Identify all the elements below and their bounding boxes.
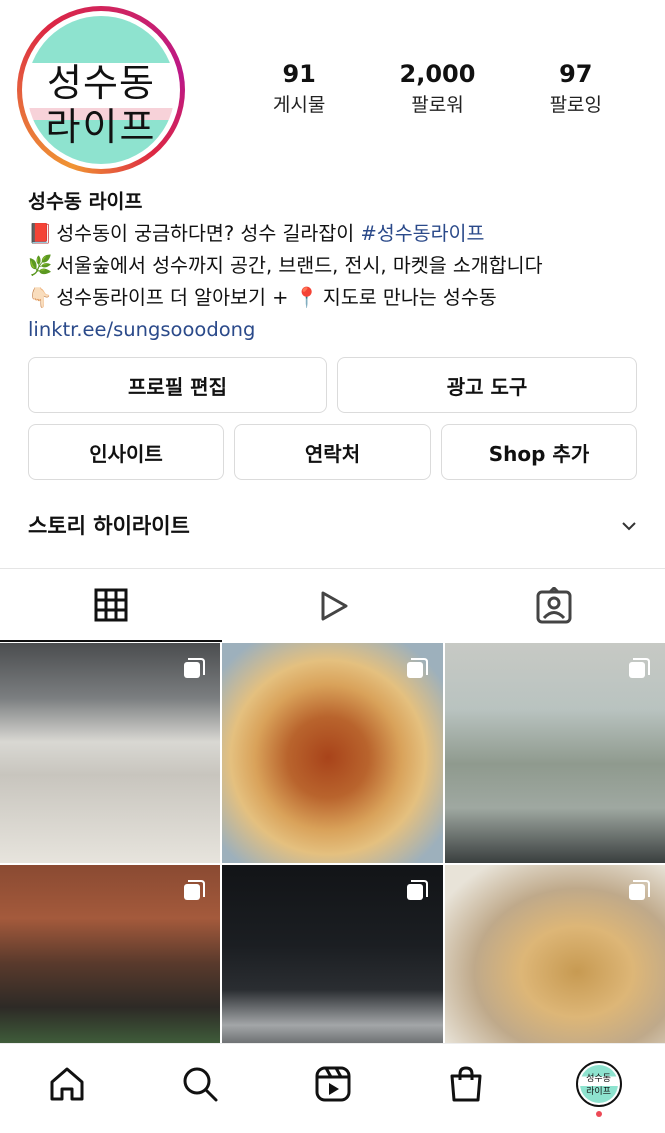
stat-following[interactable]: 97 팔로잉	[511, 60, 641, 117]
nav-search[interactable]	[170, 1064, 230, 1104]
profile-name: 성수동 라이프	[28, 190, 143, 213]
home-icon	[50, 1067, 83, 1100]
tagged-icon	[536, 586, 572, 623]
stat-value: 2,000	[399, 60, 476, 88]
stat-posts[interactable]: 91 게시물	[234, 60, 364, 117]
bio-text: 성수동라이프 더 알아보기 +	[56, 286, 295, 309]
avatar-logo-line2: 라이프	[45, 105, 157, 149]
tab-tagged[interactable]	[443, 569, 665, 642]
stat-label: 게시물	[272, 94, 326, 116]
post-thumbnail[interactable]	[445, 643, 665, 863]
bottom-navigation: 성수동 라이프	[0, 1043, 665, 1133]
stat-label: 팔로워	[411, 94, 464, 116]
contact-button[interactable]: 연락처	[234, 424, 431, 480]
nav-reels[interactable]	[303, 1064, 363, 1104]
bio-text: 성수동이 궁금하다면? 성수 길라잡이	[56, 222, 361, 245]
tab-reels[interactable]	[222, 569, 444, 642]
post-thumbnail[interactable]	[222, 865, 443, 1043]
pin-icon: 📍	[294, 286, 319, 309]
bio-text: 지도로 만나는 성수동	[316, 286, 497, 309]
pointing-hand-icon: 👇🏻	[28, 286, 53, 309]
mini-avatar-line2: 라이프	[586, 1086, 611, 1097]
stat-followers[interactable]: 2,000 팔로워	[372, 60, 502, 117]
bio-line-2: 🌿 서울숲에서 성수까지 공간, 브랜드, 전시, 마켓을 소개합니다	[28, 250, 645, 282]
shopping-bag-icon	[450, 1065, 481, 1101]
leaf-icon: 🌿	[28, 254, 53, 277]
stat-value: 91	[282, 60, 316, 88]
tab-grid[interactable]	[0, 569, 222, 642]
multiple-posts-icon	[629, 658, 650, 678]
mini-avatar-image: 성수동 라이프	[579, 1064, 618, 1103]
nav-profile[interactable]: 성수동 라이프	[569, 1060, 629, 1117]
profile-mini-avatar: 성수동 라이프	[575, 1060, 622, 1107]
profile-tabs	[0, 568, 665, 642]
ad-tools-button[interactable]: 광고 도구	[337, 357, 637, 413]
profile-avatar[interactable]: 성수동 라이프	[17, 6, 185, 174]
post-grid	[0, 643, 665, 1043]
bio-hashtag[interactable]: #성수동라이프	[360, 222, 484, 245]
mini-avatar-line1: 성수동	[586, 1073, 611, 1084]
story-highlights-title: 스토리 하이라이트	[28, 514, 190, 538]
bio-line-1: 📕 성수동이 궁금하다면? 성수 길라잡이 #성수동라이프	[28, 218, 645, 250]
edit-profile-button[interactable]: 프로필 편집	[28, 357, 327, 413]
search-icon	[183, 1067, 217, 1101]
multiple-posts-icon	[629, 880, 650, 900]
profile-stats: 91 게시물 2,000 팔로워 97 팔로잉	[230, 60, 645, 117]
bio-text: 서울숲에서 성수까지 공간, 브랜드, 전시, 마켓을 소개합니다	[56, 254, 543, 277]
multiple-posts-icon	[184, 880, 205, 900]
post-thumbnail[interactable]	[222, 643, 443, 863]
multiple-posts-icon	[407, 880, 428, 900]
nav-home[interactable]	[37, 1064, 97, 1104]
stat-label: 팔로잉	[549, 94, 603, 116]
bio-line-3: 👇🏻 성수동라이프 더 알아보기 + 📍 지도로 만나는 성수동	[28, 282, 645, 314]
bio-link[interactable]: linktr.ee/sungsooodong	[28, 314, 645, 346]
story-highlights-header[interactable]: 스토리 하이라이트	[28, 510, 637, 540]
multiple-posts-icon	[184, 658, 205, 678]
add-shop-button[interactable]: Shop 추가	[441, 424, 637, 480]
book-icon: 📕	[28, 222, 53, 245]
multiple-posts-icon	[407, 658, 428, 678]
post-thumbnail[interactable]	[445, 865, 665, 1043]
avatar-image: 성수동 라이프	[27, 16, 175, 164]
profile-bio: 성수동 라이프 📕 성수동이 궁금하다면? 성수 길라잡이 #성수동라이프 🌿 …	[28, 186, 645, 346]
reels-icon	[321, 591, 347, 620]
avatar-border: 성수동 라이프	[22, 11, 180, 169]
post-thumbnail[interactable]	[0, 865, 220, 1043]
notification-dot	[595, 1110, 602, 1117]
grid-icon	[94, 588, 128, 621]
chevron-down-icon[interactable]	[621, 515, 637, 536]
nav-shop[interactable]	[436, 1064, 496, 1104]
insights-button[interactable]: 인사이트	[28, 424, 224, 480]
reels-icon	[315, 1066, 350, 1101]
stat-value: 97	[559, 60, 593, 88]
post-thumbnail[interactable]	[0, 643, 220, 863]
